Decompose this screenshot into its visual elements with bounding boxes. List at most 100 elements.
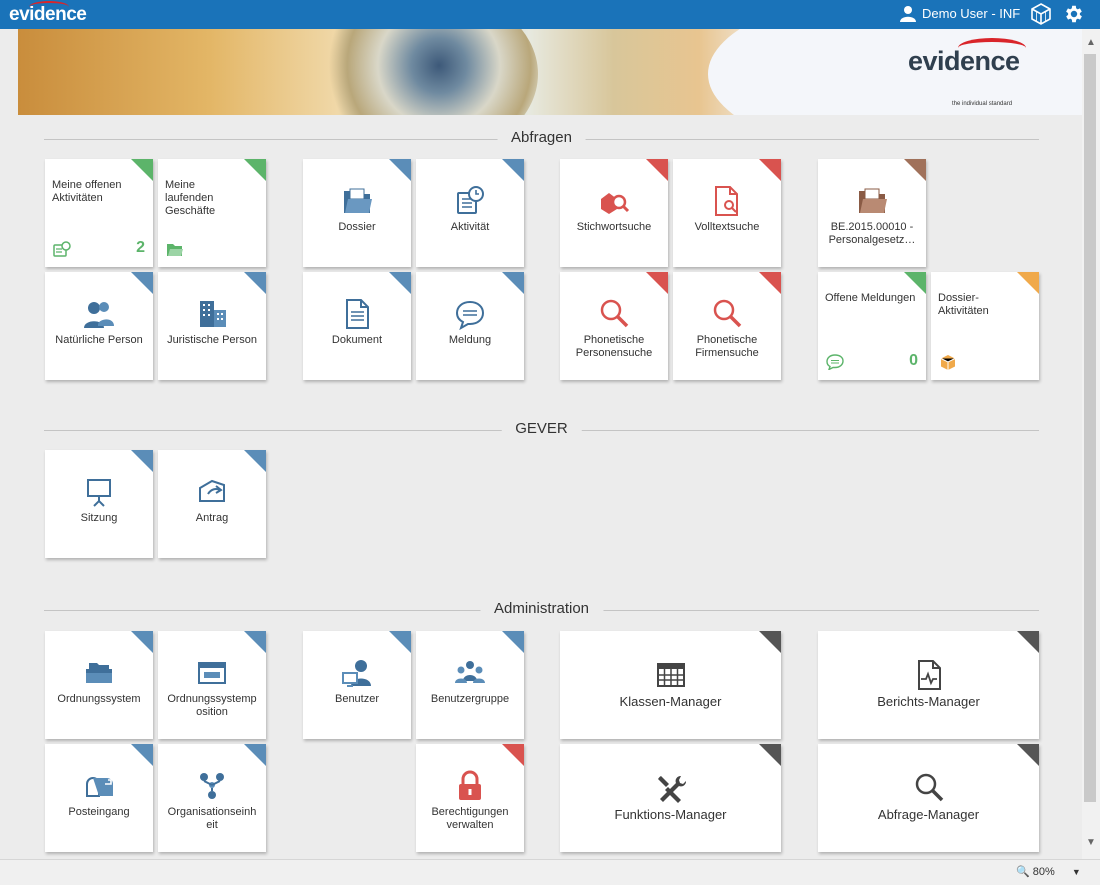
folder-icon bbox=[167, 244, 183, 256]
tile-juristische-person[interactable]: Juristische Person bbox=[158, 272, 266, 380]
tile-antrag[interactable]: Antrag bbox=[158, 450, 266, 558]
scroll-down-arrow[interactable]: ▼ bbox=[1086, 837, 1096, 848]
tile-label: Phonetische Personensuche bbox=[575, 334, 653, 359]
message-icon bbox=[455, 300, 485, 330]
magnifier-icon bbox=[600, 299, 629, 328]
chevron-down-icon[interactable]: ▼ bbox=[1072, 867, 1081, 877]
tile-label: Berechtigungen verwalten bbox=[431, 806, 509, 831]
magnifier-icon bbox=[713, 299, 742, 328]
tile-label: Berichts-Manager bbox=[877, 694, 980, 709]
tile-klassen-manager[interactable]: Klassen-Manager bbox=[560, 631, 781, 739]
section-abfragen: Abfragen bbox=[44, 129, 1039, 148]
tile-berichts-manager[interactable]: Berichts-Manager bbox=[818, 631, 1039, 739]
tile-label: Benutzergruppe bbox=[430, 693, 510, 705]
cube-icon[interactable] bbox=[1031, 3, 1051, 25]
top-bar: evidence Demo User - INF bbox=[0, 0, 1100, 29]
tile-label: Volltextsuche bbox=[694, 221, 760, 233]
filing-system-icon bbox=[86, 663, 112, 683]
banner-shell-image bbox=[318, 29, 538, 115]
user-computer-icon bbox=[342, 660, 371, 687]
tile-label: Dokument bbox=[331, 334, 383, 346]
tile-label: Ordnungssystemp osition bbox=[167, 693, 257, 718]
section-title: Abfragen bbox=[497, 129, 586, 146]
tile-benutzergruppe[interactable]: Benutzergruppe bbox=[416, 631, 524, 739]
tile-offene-meldungen[interactable]: Offene Meldungen 0 bbox=[818, 272, 926, 380]
tile-label: Dossier-Aktivitäten bbox=[938, 292, 989, 317]
box-icon bbox=[940, 355, 956, 370]
tile-label: Antrag bbox=[195, 512, 229, 524]
section-title: GEVER bbox=[501, 420, 582, 437]
user-icon bbox=[900, 6, 916, 22]
tile-label: Sitzung bbox=[80, 512, 118, 524]
activity-icon bbox=[53, 241, 71, 257]
filing-position-icon bbox=[198, 662, 226, 684]
tile-label: Funktions-Manager bbox=[614, 807, 727, 822]
tile-be-dossier[interactable]: BE.2015.00010 - Personalgesetz… bbox=[818, 159, 926, 267]
tile-label: Ordnungssystem bbox=[57, 693, 141, 705]
tile-label: Klassen-Manager bbox=[619, 694, 722, 709]
org-unit-icon bbox=[200, 773, 224, 799]
user-name: Demo User - INF bbox=[922, 6, 1021, 21]
tile-label: Dossier bbox=[338, 221, 376, 233]
magnifier-icon bbox=[915, 773, 943, 802]
persons-icon bbox=[84, 302, 114, 328]
tile-label: BE.2015.00010 - Personalgesetz… bbox=[828, 221, 916, 246]
tile-dossier-aktivitaeten[interactable]: Dossier-Aktivitäten bbox=[931, 272, 1039, 380]
section-administration: Administration bbox=[44, 600, 1039, 619]
tile-meine-laufenden-geschaefte[interactable]: Meine laufenden Geschäfte bbox=[158, 159, 266, 267]
tile-phonetische-personensuche[interactable]: Phonetische Personensuche bbox=[560, 272, 668, 380]
tile-sitzung[interactable]: Sitzung bbox=[45, 450, 153, 558]
tile-berechtigungen-verwalten[interactable]: Berechtigungen verwalten bbox=[416, 744, 524, 852]
tile-dossier[interactable]: Dossier bbox=[303, 159, 411, 267]
scrollbar-thumb[interactable] bbox=[1084, 54, 1096, 802]
tile-ordnungssystem[interactable]: Ordnungssystem bbox=[45, 631, 153, 739]
tile-funktions-manager[interactable]: Funktions-Manager bbox=[560, 744, 781, 852]
fulltext-search-icon bbox=[715, 186, 738, 216]
tile-aktivitaet[interactable]: Aktivität bbox=[416, 159, 524, 267]
tile-label: Meine offenen Aktivitäten bbox=[52, 179, 122, 204]
report-icon bbox=[917, 660, 941, 690]
tile-label: Offene Meldungen bbox=[825, 292, 916, 304]
section-gever: GEVER bbox=[44, 420, 1039, 439]
scroll-up-arrow[interactable]: ▲ bbox=[1086, 37, 1096, 48]
app-logo[interactable]: evidence bbox=[9, 1, 87, 26]
tile-ordnungssystemposition[interactable]: Ordnungssystemp osition bbox=[158, 631, 266, 739]
tile-label: Meldung bbox=[448, 334, 492, 346]
dossier-folder-icon bbox=[344, 188, 372, 213]
tile-dokument[interactable]: Dokument bbox=[303, 272, 411, 380]
tile-label: Phonetische Firmensuche bbox=[695, 334, 759, 359]
zoom-icon: 🔍 bbox=[1016, 866, 1030, 878]
tile-label: Aktivität bbox=[450, 221, 490, 233]
table-grid-icon bbox=[656, 663, 685, 687]
tile-meldung[interactable]: Meldung bbox=[416, 272, 524, 380]
brand-logo: evidence bbox=[908, 46, 1020, 76]
tile-organisationseinheit[interactable]: Organisationseinh eit bbox=[158, 744, 266, 852]
vertical-scrollbar[interactable]: ▲ ▼ bbox=[1082, 29, 1100, 859]
building-icon bbox=[200, 301, 226, 327]
zoom-level: 80% bbox=[1032, 866, 1055, 878]
zoom-control[interactable]: 🔍 80% ▼ bbox=[1016, 865, 1081, 878]
tile-natuerliche-person[interactable]: Natürliche Person bbox=[45, 272, 153, 380]
tile-label: Organisationseinh eit bbox=[167, 806, 257, 831]
tile-label: Juristische Person bbox=[167, 334, 257, 346]
tile-label: Meine laufenden Geschäfte bbox=[165, 179, 216, 217]
tile-meine-offenen-aktivitaeten[interactable]: Meine offenen Aktivitäten 2 bbox=[45, 159, 153, 267]
tile-posteingang[interactable]: Posteingang bbox=[45, 744, 153, 852]
dossier-folder-icon bbox=[859, 188, 887, 213]
status-bar: 🔍 80% ▼ bbox=[0, 859, 1100, 885]
banner-ellipse bbox=[708, 29, 1082, 115]
tile-phonetische-firmensuche[interactable]: Phonetische Firmensuche bbox=[673, 272, 781, 380]
logo-arc bbox=[29, 1, 69, 13]
tile-label: Stichwortsuche bbox=[576, 221, 652, 233]
tile-label: Abfrage-Manager bbox=[877, 807, 980, 822]
tile-abfrage-manager[interactable]: Abfrage-Manager bbox=[818, 744, 1039, 852]
user-menu[interactable]: Demo User - INF bbox=[900, 5, 1020, 22]
gear-icon[interactable] bbox=[1063, 3, 1085, 25]
lock-icon bbox=[459, 770, 481, 800]
tile-stichwortsuche[interactable]: Stichwortsuche bbox=[560, 159, 668, 267]
activity-clock-icon bbox=[457, 186, 484, 214]
tile-benutzer[interactable]: Benutzer bbox=[303, 631, 411, 739]
tile-volltextsuche[interactable]: Volltextsuche bbox=[673, 159, 781, 267]
tools-icon bbox=[657, 775, 686, 803]
presentation-board-icon bbox=[87, 479, 111, 507]
